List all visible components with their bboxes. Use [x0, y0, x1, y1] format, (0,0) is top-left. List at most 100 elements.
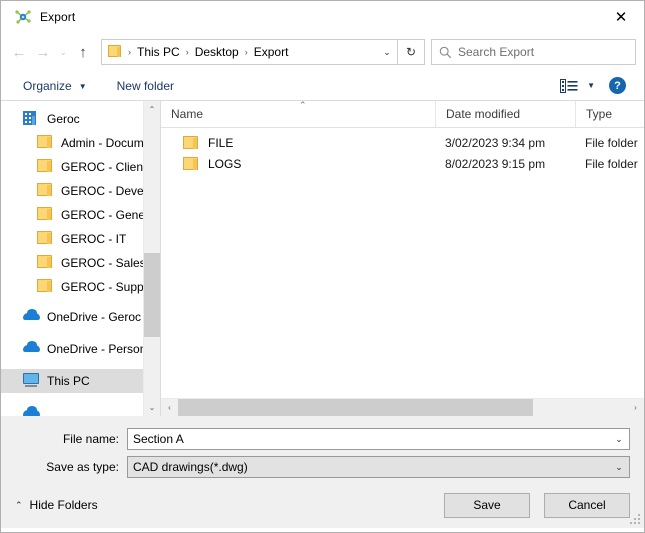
sort-ascending-icon: ⌃ — [299, 100, 307, 110]
search-icon — [432, 46, 458, 59]
file-list-horizontal-scrollbar[interactable]: ‹ › — [161, 398, 644, 416]
save-as-type-value: CAD drawings(*.dwg) — [133, 460, 248, 474]
up-button[interactable]: ↑ — [71, 40, 95, 64]
file-name-row: File name: Section A ⌄ — [15, 428, 630, 450]
table-row[interactable]: FILE 3/02/2023 9:34 pm File folder — [161, 132, 644, 153]
breadcrumb-item-export[interactable]: Export — [250, 43, 293, 61]
export-save-dialog: Export ✕ ← → ⌄ ↑ › This PC › Desktop › E… — [0, 0, 645, 533]
sidebar-item-label: GEROC - Develo — [61, 184, 143, 198]
file-name-label: LOGS — [208, 156, 242, 171]
sidebar-item-label: OneDrive - Person — [47, 342, 143, 356]
cloud-icon — [23, 309, 40, 325]
new-folder-button[interactable]: New folder — [111, 76, 180, 96]
chevron-up-icon: ⌃ — [15, 499, 23, 510]
sidebar-item-geroc-general[interactable]: GEROC - Genera — [1, 203, 143, 227]
horizontal-scroll-thumb[interactable] — [178, 399, 533, 416]
navigation-pane: Geroc Admin - Docum GEROC - Clients GERO… — [1, 101, 161, 416]
sidebar-item-label: GEROC - IT — [61, 232, 127, 246]
sidebar-scroll-thumb[interactable] — [144, 252, 160, 338]
sidebar-scroll-track[interactable] — [144, 118, 160, 399]
scroll-up-icon[interactable]: ⌃ — [144, 101, 160, 118]
window-title: Export — [40, 10, 76, 24]
sidebar-item-geroc-development[interactable]: GEROC - Develo — [1, 179, 143, 203]
sidebar-item-geroc-support[interactable]: GEROC - Suppor — [1, 275, 143, 299]
file-list-pane: Name Date modified Type ⌃ FILE 3/02/2023… — [161, 100, 644, 416]
chevron-down-icon[interactable]: ⌄ — [609, 462, 629, 473]
cloud-icon — [23, 406, 40, 416]
close-icon[interactable]: ✕ — [598, 2, 644, 33]
file-name-field[interactable]: Section A ⌄ — [127, 428, 630, 450]
new-folder-label: New folder — [116, 78, 174, 93]
sidebar-item-this-pc[interactable]: This PC — [1, 369, 143, 393]
table-row[interactable]: LOGS 8/02/2023 9:15 pm File folder — [161, 153, 644, 174]
search-placeholder: Search Export — [458, 45, 535, 59]
dialog-footer: ⌃ Hide Folders Save Cancel — [1, 482, 644, 528]
navigation-bar: ← → ⌄ ↑ › This PC › Desktop › Export ⌄ ↻ — [1, 33, 644, 71]
column-header-name[interactable]: Name — [161, 101, 435, 127]
file-name-value: Section A — [133, 432, 184, 446]
breadcrumb-item-desktop[interactable]: Desktop — [191, 43, 243, 61]
forward-button[interactable]: → — [31, 40, 55, 64]
export-app-icon — [15, 9, 31, 25]
scroll-right-icon[interactable]: › — [627, 399, 644, 416]
file-type-cell: File folder — [585, 156, 638, 171]
scroll-left-icon[interactable]: ‹ — [161, 399, 178, 416]
save-as-type-label: Save as type: — [46, 460, 119, 474]
folder-icon — [37, 183, 53, 199]
title-bar: Export ✕ — [1, 1, 644, 33]
recent-locations-button[interactable]: ⌄ — [55, 40, 71, 64]
horizontal-scroll-track[interactable] — [178, 399, 627, 416]
chevron-down-icon[interactable]: ⌄ — [609, 434, 629, 445]
hide-folders-button[interactable]: ⌃ Hide Folders — [15, 498, 98, 512]
view-options-icon[interactable] — [560, 78, 578, 94]
sidebar-scrollbar[interactable]: ⌃ ⌄ — [143, 101, 160, 416]
column-header-row: Name Date modified Type ⌃ — [161, 100, 644, 128]
help-button[interactable]: ? — [609, 77, 626, 94]
sidebar-item-label: GEROC - Genera — [61, 208, 143, 222]
file-name-label: File name: — [62, 432, 119, 446]
folder-icon — [183, 157, 199, 170]
sidebar-item-label: GEROC - Clients — [61, 160, 143, 174]
sidebar-item-admin-documents[interactable]: Admin - Docum — [1, 131, 143, 155]
view-chevron-down-icon[interactable]: ▼ — [587, 81, 595, 90]
save-form: File name: Section A ⌄ Save as type: CAD… — [1, 416, 644, 482]
sidebar-item-onedrive-personal[interactable]: OneDrive - Person — [1, 337, 143, 361]
column-header-type[interactable]: Type — [575, 101, 644, 127]
hide-folders-label: Hide Folders — [29, 498, 98, 512]
sidebar-item-label: OneDrive - Geroc — [47, 310, 142, 324]
chevron-down-icon[interactable]: ⌄ — [377, 40, 397, 64]
address-bar[interactable]: › This PC › Desktop › Export ⌄ ↻ — [101, 39, 425, 65]
sidebar-item-geroc-clients[interactable]: GEROC - Clients — [1, 155, 143, 179]
column-header-date-modified[interactable]: Date modified — [435, 101, 575, 127]
breadcrumb-separator: › — [185, 47, 189, 57]
folder-icon — [37, 279, 53, 295]
resize-grip[interactable] — [630, 514, 641, 525]
file-rows: FILE 3/02/2023 9:34 pm File folder LOGS … — [161, 128, 644, 398]
file-date-cell: 8/02/2023 9:15 pm — [445, 156, 546, 171]
sidebar-item-geroc-sales[interactable]: GEROC - Sales — [1, 251, 143, 275]
folder-icon — [183, 136, 199, 149]
sidebar-item-geroc[interactable]: Geroc — [1, 107, 143, 131]
sidebar-item-geroc-it[interactable]: GEROC - IT — [1, 227, 143, 251]
scroll-down-icon[interactable]: ⌄ — [144, 399, 160, 416]
sidebar-item-onedrive-geroc[interactable]: OneDrive - Geroc — [1, 305, 143, 329]
folder-icon — [37, 135, 53, 151]
sidebar-item-label: Geroc — [47, 112, 80, 126]
organize-button[interactable]: Organize ▼ — [17, 76, 93, 96]
sidebar-item-label: GEROC - Sales — [61, 256, 143, 270]
file-date-cell: 3/02/2023 9:34 pm — [445, 135, 546, 150]
file-type-cell: File folder — [585, 135, 638, 150]
sidebar-item-partial[interactable] — [1, 402, 143, 416]
folder-icon — [108, 45, 124, 59]
back-button[interactable]: ← — [7, 40, 31, 64]
dialog-body: Geroc Admin - Docum GEROC - Clients GERO… — [1, 100, 644, 416]
search-input[interactable]: Search Export — [431, 39, 636, 65]
save-button[interactable]: Save — [444, 492, 530, 518]
refresh-icon[interactable]: ↻ — [397, 40, 424, 64]
command-toolbar: Organize ▼ New folder ▼ ? — [1, 71, 644, 101]
cancel-button[interactable]: Cancel — [544, 492, 630, 518]
save-as-type-select[interactable]: CAD drawings(*.dwg) ⌄ — [127, 456, 630, 478]
chevron-down-icon: ▼ — [78, 82, 87, 91]
folder-icon — [37, 159, 53, 175]
breadcrumb-item-this-pc[interactable]: This PC — [133, 43, 184, 61]
